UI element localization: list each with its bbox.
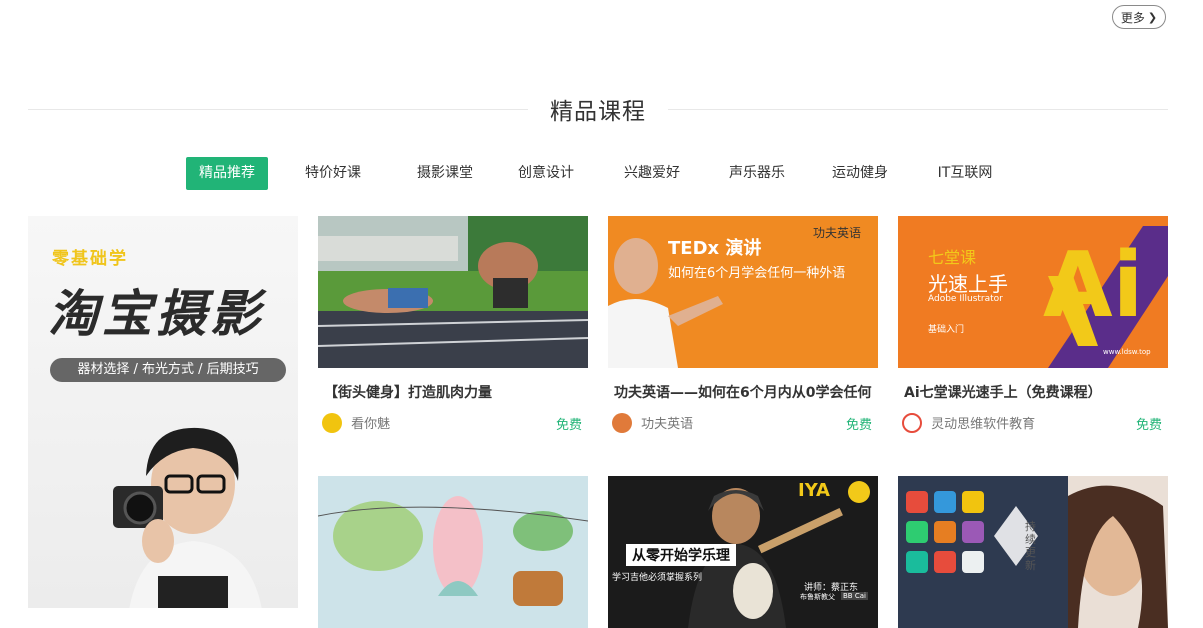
thumb-teacher-name: BB Cai: [841, 592, 868, 600]
course-title: Ai七堂课光速手上（免费课程）: [904, 385, 1102, 401]
course-author[interactable]: 功夫英语: [641, 417, 693, 432]
more-label: 更多: [1120, 10, 1145, 25]
avatar: [902, 412, 922, 433]
course-thumbnail: Ai 七堂课 光速上手 Adobe Illustrator 基础入门 www.l…: [898, 216, 1168, 368]
thumb-software: Adobe Illustrator: [928, 294, 1003, 304]
course-card[interactable]: 持续更新: [898, 476, 1168, 628]
tab-special-offers[interactable]: 特价好课: [268, 157, 398, 190]
chevron-right-icon: ❯: [1147, 10, 1158, 24]
category-tabs: 精品推荐 特价好课 摄影课堂 创意设计 兴趣爱好 声乐器乐 运动健身 IT互联网: [186, 157, 1020, 190]
avatar: [322, 412, 342, 433]
tab-fitness[interactable]: 运动健身: [810, 157, 910, 190]
thumb-brand: IYA: [798, 480, 830, 501]
divider-left: [28, 109, 528, 110]
photographer-illustration: [113, 427, 262, 608]
course-author[interactable]: 看你魅: [351, 417, 390, 432]
course-thumbnail: IYA 从零开始学乐理 学习吉他必须掌握系列 讲师：蔡正东 布鲁斯教父 BB C…: [608, 476, 878, 628]
thumb-heading: TEDx 演讲: [668, 238, 762, 259]
course-card[interactable]: [318, 476, 588, 628]
tab-music[interactable]: 声乐器乐: [704, 157, 810, 190]
tab-it-internet[interactable]: IT互联网: [910, 157, 1020, 190]
more-button[interactable]: 更多 ❯: [1112, 5, 1166, 29]
tab-creative-design[interactable]: 创意设计: [492, 157, 600, 190]
course-price: 免费: [1135, 418, 1162, 433]
thumb-badge: 持续更新: [1025, 520, 1036, 572]
course-thumbnail: [318, 216, 588, 368]
thumb-level: 基础入门: [928, 325, 965, 335]
course-thumbnail: [318, 476, 588, 628]
fitness-image: [318, 216, 588, 368]
thumb-heading: 从零开始学乐理: [626, 544, 736, 566]
section-title: 精品课程: [550, 99, 646, 125]
thumb-caption: 如何在6个月学会任何一种外语: [668, 266, 846, 281]
divider-right: [668, 109, 1168, 110]
tab-photography[interactable]: 摄影课堂: [398, 157, 492, 190]
course-card[interactable]: Ai 七堂课 光速上手 Adobe Illustrator 基础入门 www.l…: [898, 216, 1168, 434]
course-author[interactable]: 灵动思维软件教育: [931, 417, 1035, 432]
tab-featured[interactable]: 精品推荐: [186, 157, 268, 190]
course-thumbnail: TEDx 演讲 如何在6个月学会任何一种外语 功夫英语: [608, 216, 878, 368]
svg-text:Ai: Ai: [1043, 233, 1144, 338]
course-card[interactable]: 【街头健身】打造肌肉力量 看你魅 免费: [318, 216, 588, 434]
thumb-heading: 七堂课: [928, 248, 977, 267]
course-title: 功夫英语——如何在6个月内从0学会任何: [614, 385, 872, 401]
course-card[interactable]: IYA 从零开始学乐理 学习吉他必须掌握系列 讲师：蔡正东 布鲁斯教父 BB C…: [608, 476, 878, 628]
course-card[interactable]: TEDx 演讲 如何在6个月学会任何一种外语 功夫英语 功夫英语——如何在6个月…: [608, 216, 878, 434]
course-price: 免费: [845, 418, 872, 433]
promo-banner[interactable]: 零基础学 淘宝摄影 器材选择 / 布光方式 / 后期技巧: [28, 216, 298, 608]
course-price: 免费: [555, 418, 582, 433]
promo-tags: 器材选择 / 布光方式 / 后期技巧: [50, 358, 286, 382]
thumb-teacher-title: 布鲁斯教父: [800, 593, 835, 601]
thumb-url: www.ldsw.top: [1103, 348, 1151, 356]
promo-subtitle: 零基础学: [52, 249, 128, 269]
thumb-caption: 光速上手: [928, 272, 1008, 296]
thumb-caption: 学习吉他必须掌握系列: [612, 573, 703, 583]
illustration-image: [318, 476, 588, 628]
promo-title: 淘宝摄影: [48, 284, 264, 343]
course-title: 【街头健身】打造肌肉力量: [324, 385, 492, 401]
tab-hobbies[interactable]: 兴趣爱好: [600, 157, 704, 190]
avatar: [612, 412, 632, 433]
thumb-brand: 功夫英语: [813, 226, 862, 240]
course-thumbnail: 持续更新: [898, 476, 1168, 628]
